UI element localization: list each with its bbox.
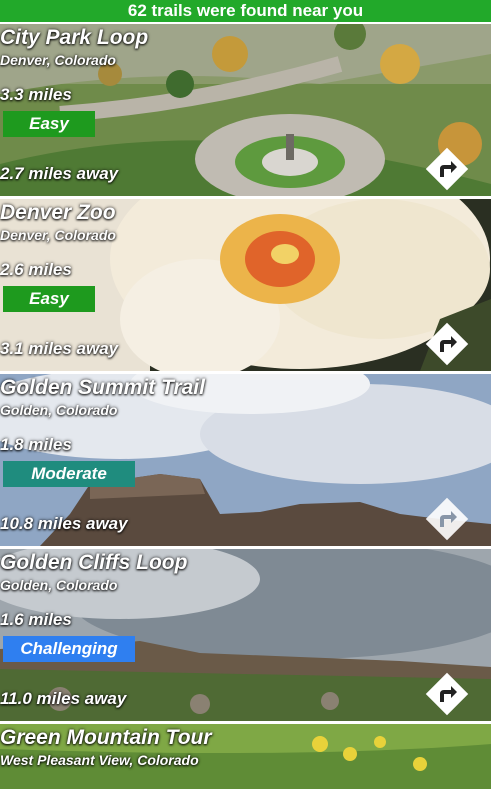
directions-icon[interactable] xyxy=(425,147,469,191)
trail-card-golden-cliffs-loop[interactable]: Golden Cliffs Loop Golden, Colorado 1.6 … xyxy=(0,549,491,721)
trail-card-city-park-loop[interactable]: City Park Loop Denver, Colorado 3.3 mile… xyxy=(0,24,491,196)
trail-name: Denver Zoo xyxy=(0,201,116,224)
trail-distance: 11.0 miles away xyxy=(0,689,127,708)
directions-icon[interactable] xyxy=(425,322,469,366)
difficulty-badge: Easy xyxy=(3,286,95,312)
trail-length: 1.6 miles xyxy=(0,610,72,629)
trail-location: Denver, Colorado xyxy=(0,52,116,68)
trail-length: 1.8 miles xyxy=(0,435,72,454)
trail-location: Golden, Colorado xyxy=(0,577,118,593)
directions-icon[interactable] xyxy=(425,672,469,716)
trail-name: Golden Summit Trail xyxy=(0,376,205,399)
difficulty-badge: Easy xyxy=(3,111,95,137)
trail-length: 3.3 miles xyxy=(0,85,72,104)
trail-name: Green Mountain Tour xyxy=(0,726,212,749)
trail-distance: 2.7 miles away xyxy=(0,164,119,183)
difficulty-badge: Challenging xyxy=(3,636,135,662)
trail-card-denver-zoo[interactable]: Denver Zoo Denver, Colorado 2.6 miles Ea… xyxy=(0,199,491,371)
difficulty-badge: Moderate xyxy=(3,461,135,487)
trail-card-green-mountain-tour[interactable]: Green Mountain Tour West Pleasant View, … xyxy=(0,724,491,789)
trails-found-banner: 62 trails were found near you xyxy=(0,0,491,22)
trail-location: Denver, Colorado xyxy=(0,227,116,243)
trail-name: City Park Loop xyxy=(0,26,149,49)
trail-name: Golden Cliffs Loop xyxy=(0,551,188,574)
trail-distance: 10.8 miles away xyxy=(0,514,128,533)
trail-distance: 3.1 miles away xyxy=(0,339,119,358)
trail-location: Golden, Colorado xyxy=(0,402,118,418)
trail-location: West Pleasant View, Colorado xyxy=(0,752,199,768)
trail-length: 2.6 miles xyxy=(0,260,72,279)
trail-card-golden-summit-trail[interactable]: Golden Summit Trail Golden, Colorado 1.8… xyxy=(0,374,491,546)
directions-icon[interactable] xyxy=(425,497,469,541)
